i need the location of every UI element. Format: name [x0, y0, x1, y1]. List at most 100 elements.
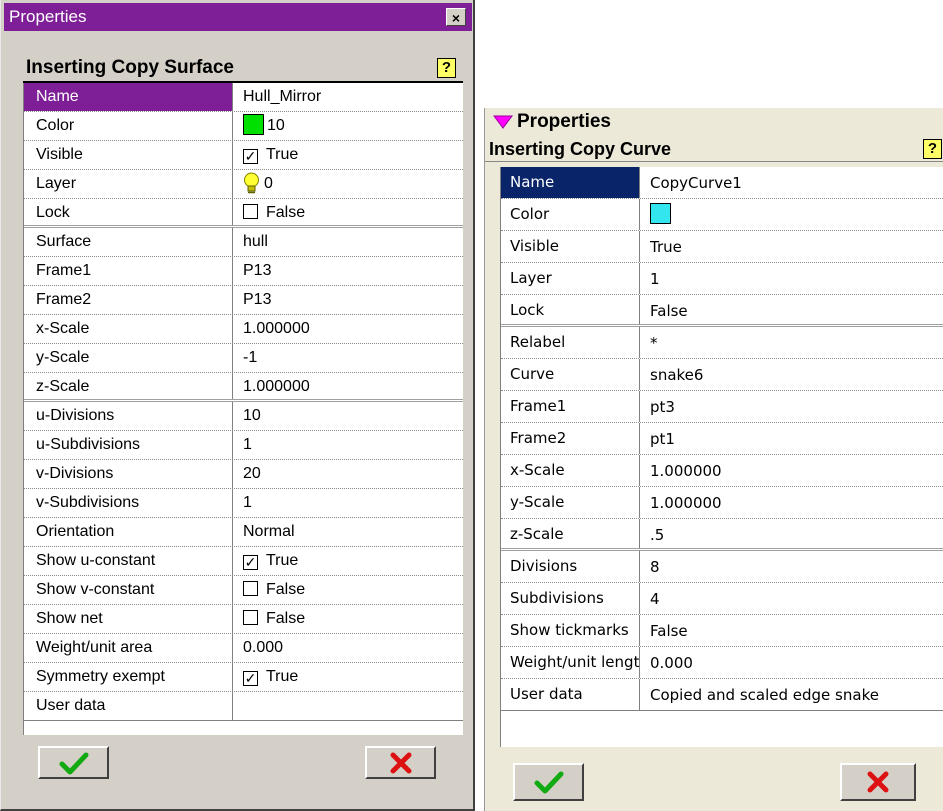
- cancel-button[interactable]: [365, 746, 436, 779]
- property-value[interactable]: 1.000000: [642, 455, 943, 486]
- property-row-lock[interactable]: Lock False: [501, 295, 943, 327]
- property-row-v-subdivisions[interactable]: v-Subdivisions 1: [24, 489, 463, 518]
- property-value[interactable]: 8: [642, 551, 943, 582]
- property-row-frame1[interactable]: Frame1 P13: [24, 257, 463, 286]
- property-value[interactable]: P13: [235, 286, 463, 314]
- property-value[interactable]: 10: [235, 402, 463, 430]
- property-row-v-divisions[interactable]: v-Divisions 20: [24, 460, 463, 489]
- checkbox-checked[interactable]: ✓: [243, 671, 258, 686]
- property-row-frame2[interactable]: Frame2 P13: [24, 286, 463, 315]
- help-button[interactable]: ?: [923, 139, 942, 159]
- property-row-name[interactable]: Name CopyCurve1: [501, 167, 943, 199]
- property-label: Divisions: [501, 551, 640, 582]
- property-value: 0: [264, 175, 273, 192]
- ok-button[interactable]: [38, 746, 109, 779]
- property-value[interactable]: 1: [235, 489, 463, 517]
- property-value[interactable]: .5: [642, 519, 943, 548]
- property-value[interactable]: 1.000000: [235, 373, 463, 399]
- property-value-cell[interactable]: False: [235, 199, 463, 225]
- property-value[interactable]: hull: [235, 228, 463, 256]
- property-value[interactable]: pt1: [642, 423, 943, 454]
- color-swatch[interactable]: [243, 114, 264, 135]
- property-row-show-u-constant[interactable]: Show u-constant ✓ True: [24, 547, 463, 576]
- property-row-subdivisions[interactable]: Subdivisions 4: [501, 583, 943, 615]
- color-swatch[interactable]: [650, 203, 671, 224]
- property-row-show-tickmarks[interactable]: Show tickmarks False: [501, 615, 943, 647]
- checkbox-checked[interactable]: ✓: [243, 149, 258, 164]
- property-value[interactable]: 4: [642, 583, 943, 614]
- property-value[interactable]: -1: [235, 344, 463, 372]
- property-row-user-data[interactable]: User data Copied and scaled edge snake: [501, 679, 943, 711]
- property-row-show-net[interactable]: Show net False: [24, 605, 463, 634]
- property-value[interactable]: False: [642, 615, 943, 646]
- property-value[interactable]: 1: [642, 263, 943, 294]
- property-row-z-scale[interactable]: z-Scale .5: [501, 519, 943, 551]
- property-value-cell[interactable]: 10: [235, 112, 463, 140]
- property-value[interactable]: Copied and scaled edge snake: [642, 679, 943, 710]
- property-row-x-scale[interactable]: x-Scale 1.000000: [501, 455, 943, 487]
- property-value[interactable]: True: [642, 231, 943, 262]
- checkbox-unchecked[interactable]: [243, 610, 258, 625]
- property-value[interactable]: 20: [235, 460, 463, 488]
- property-row-u-subdivisions[interactable]: u-Subdivisions 1: [24, 431, 463, 460]
- property-value[interactable]: *: [642, 327, 943, 358]
- property-value[interactable]: snake6: [642, 359, 943, 390]
- property-row-y-scale[interactable]: y-Scale -1: [24, 344, 463, 373]
- window-title-bar[interactable]: Properties ×: [4, 3, 472, 31]
- property-value[interactable]: 1.000000: [642, 487, 943, 518]
- property-value-cell[interactable]: 0: [235, 170, 463, 198]
- property-value[interactable]: Hull_Mirror: [235, 83, 463, 111]
- property-value-cell[interactable]: False: [235, 576, 463, 604]
- property-value[interactable]: 0.000: [235, 634, 463, 662]
- property-value[interactable]: 1.000000: [235, 315, 463, 343]
- property-row-layer[interactable]: Layer 1: [501, 263, 943, 295]
- property-value[interactable]: 1: [235, 431, 463, 459]
- property-row-visible[interactable]: Visible True: [501, 231, 943, 263]
- property-row-relabel[interactable]: Relabel *: [501, 327, 943, 359]
- property-value[interactable]: CopyCurve1: [642, 167, 943, 198]
- property-row-color[interactable]: Color: [501, 199, 943, 231]
- property-value-cell[interactable]: ✓ True: [235, 663, 463, 691]
- property-value-cell[interactable]: ✓ True: [235, 547, 463, 575]
- property-row-layer[interactable]: Layer 0: [24, 170, 463, 199]
- close-button[interactable]: ×: [446, 8, 466, 26]
- property-value[interactable]: 0.000: [642, 647, 943, 678]
- property-row-frame2[interactable]: Frame2 pt1: [501, 423, 943, 455]
- property-value[interactable]: False: [642, 295, 943, 324]
- property-row-z-scale[interactable]: z-Scale 1.000000: [24, 373, 463, 402]
- panel-header[interactable]: Properties: [493, 110, 611, 134]
- property-value[interactable]: pt3: [642, 391, 943, 422]
- checkbox-unchecked[interactable]: [243, 204, 258, 219]
- cancel-button[interactable]: [840, 763, 916, 801]
- property-row-frame1[interactable]: Frame1 pt3: [501, 391, 943, 423]
- collapse-triangle-icon[interactable]: [493, 112, 513, 136]
- property-row-color[interactable]: Color 10: [24, 112, 463, 141]
- checkbox-checked[interactable]: ✓: [243, 555, 258, 570]
- property-row-u-divisions[interactable]: u-Divisions 10: [24, 402, 463, 431]
- property-row-weight-unit-area[interactable]: Weight/unit area 0.000: [24, 634, 463, 663]
- help-button[interactable]: ?: [437, 58, 456, 78]
- property-label: y-Scale: [501, 487, 640, 518]
- property-value-cell[interactable]: [642, 199, 943, 230]
- property-row-surface[interactable]: Surface hull: [24, 228, 463, 257]
- property-row-lock[interactable]: Lock False: [24, 199, 463, 228]
- property-row-curve[interactable]: Curve snake6: [501, 359, 943, 391]
- property-value[interactable]: [235, 692, 463, 720]
- property-row-orientation[interactable]: Orientation Normal: [24, 518, 463, 547]
- lightbulb-icon[interactable]: [243, 172, 260, 198]
- property-value-cell[interactable]: False: [235, 605, 463, 633]
- property-value[interactable]: P13: [235, 257, 463, 285]
- property-row-visible[interactable]: Visible ✓ True: [24, 141, 463, 170]
- property-row-weight-unit-length[interactable]: Weight/unit length 0.000: [501, 647, 943, 679]
- property-value[interactable]: Normal: [235, 518, 463, 546]
- property-row-symmetry-exempt[interactable]: Symmetry exempt ✓ True: [24, 663, 463, 692]
- property-value-cell[interactable]: ✓ True: [235, 141, 463, 169]
- ok-button[interactable]: [513, 763, 584, 801]
- checkbox-unchecked[interactable]: [243, 581, 258, 596]
- property-row-name[interactable]: Name Hull_Mirror: [24, 83, 463, 112]
- property-row-divisions[interactable]: Divisions 8: [501, 551, 943, 583]
- property-row-user-data[interactable]: User data: [24, 692, 463, 721]
- property-row-y-scale[interactable]: y-Scale 1.000000: [501, 487, 943, 519]
- property-row-show-v-constant[interactable]: Show v-constant False: [24, 576, 463, 605]
- property-row-x-scale[interactable]: x-Scale 1.000000: [24, 315, 463, 344]
